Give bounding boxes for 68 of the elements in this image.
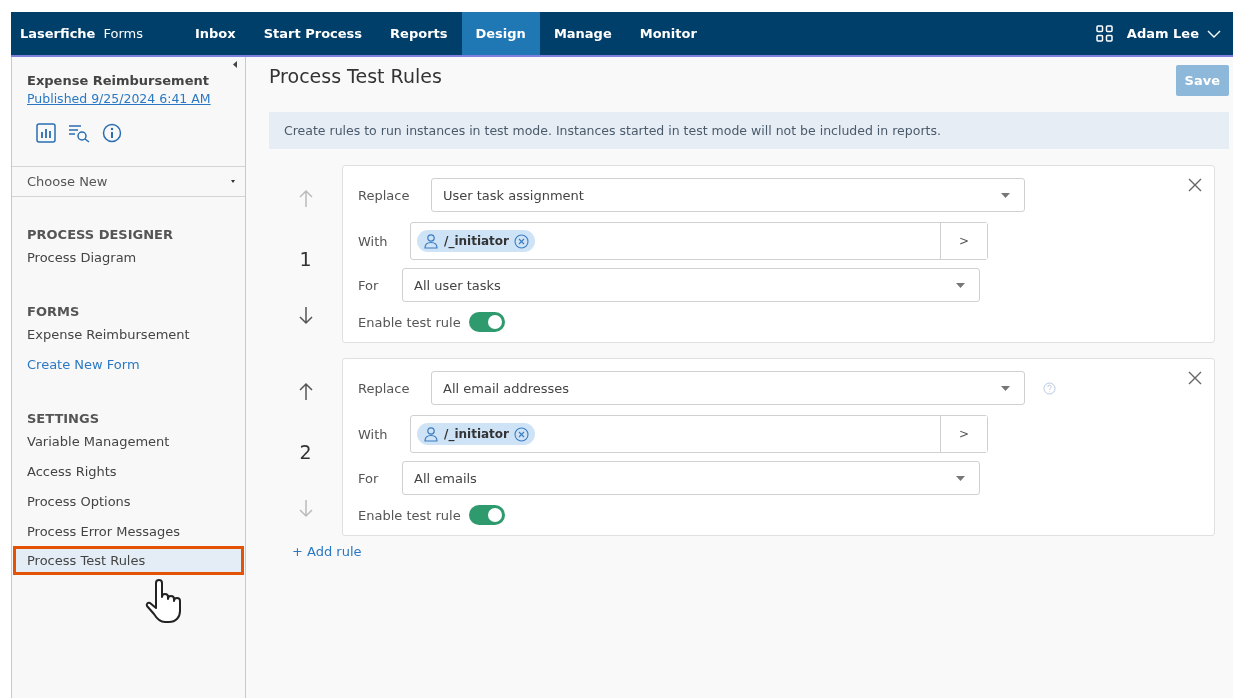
field-label: Replace <box>358 380 411 396</box>
caret-icon <box>956 282 965 288</box>
rule-number: 1 <box>299 248 312 270</box>
create-link[interactable]: Create New Form <box>12 350 245 379</box>
user-icon <box>423 233 439 249</box>
product-name: Forms <box>103 26 143 41</box>
scope-dropdown[interactable]: All emails <box>402 461 980 495</box>
caret-icon <box>956 475 965 481</box>
section-heading: FORMS <box>27 304 81 319</box>
info-banner: Create rules to run instances in test mode. Instances started in test mode will not be included in reports. <box>269 112 1229 149</box>
caret-icon <box>1001 192 1010 198</box>
sidebar-item[interactable]: Variable Management <box>12 427 245 456</box>
section-heading: SETTINGS <box>27 411 101 426</box>
rule-number: 2 <box>299 441 312 463</box>
chevron-down-icon <box>1207 29 1221 38</box>
bar-chart-icon[interactable] <box>36 123 56 143</box>
assignee-field[interactable]: /_initiator > <box>410 415 988 453</box>
close-icon[interactable] <box>1188 178 1202 192</box>
add-rule-link[interactable]: + Add rule <box>292 544 362 559</box>
info-icon[interactable] <box>102 123 122 143</box>
caret-icon <box>231 180 235 183</box>
browse-button[interactable]: > <box>940 223 987 259</box>
search-list-icon[interactable] <box>68 123 90 143</box>
move-up-arrow-icon[interactable] <box>297 382 314 402</box>
toggle-switch[interactable] <box>468 312 505 332</box>
caret-icon <box>1001 385 1010 391</box>
choose-new-dropdown[interactable]: Choose New <box>12 166 245 197</box>
browse-button[interactable]: > <box>940 416 987 452</box>
replace-dropdown[interactable]: All email addresses <box>431 371 1025 405</box>
nav-tab[interactable]: Inbox <box>180 12 250 55</box>
user-menu[interactable]: Adam Lee <box>1126 26 1221 41</box>
user-icon <box>423 426 439 442</box>
hand-cursor-icon <box>144 579 184 625</box>
collapse-caret-icon[interactable] <box>233 61 237 68</box>
sidebar-item[interactable]: Process Test Rules <box>13 546 244 575</box>
replace-dropdown[interactable]: User task assignment <box>431 178 1025 212</box>
field-label: For <box>358 277 380 293</box>
toggle-switch[interactable] <box>468 505 505 525</box>
page-title: Process Test Rules <box>269 65 442 87</box>
sidebar-item[interactable]: Expense Reimbursement <box>12 320 245 349</box>
user-chip[interactable]: /_initiator <box>417 230 535 252</box>
nav-tab[interactable]: Start Process <box>249 12 377 55</box>
remove-icon[interactable] <box>514 426 529 442</box>
scope-dropdown[interactable]: All user tasks <box>402 268 980 302</box>
sidebar-item[interactable]: Access Rights <box>12 457 245 486</box>
field-label: For <box>358 470 380 486</box>
remove-icon[interactable] <box>514 233 529 249</box>
field-label: With <box>358 426 389 442</box>
move-down-arrow-icon[interactable] <box>297 305 314 325</box>
sidebar-item[interactable]: Process Error Messages <box>12 517 245 546</box>
nav-tab[interactable]: Design <box>461 12 540 55</box>
nav-tab[interactable]: Manage <box>539 12 626 55</box>
section-heading: PROCESS DESIGNER <box>27 227 174 242</box>
apps-grid-icon[interactable] <box>1095 25 1113 42</box>
nav-tab[interactable]: Reports <box>376 12 462 55</box>
sidebar-item[interactable]: Process Diagram <box>12 243 245 272</box>
assignee-field[interactable]: /_initiator > <box>410 222 988 260</box>
field-label: Replace <box>358 187 411 203</box>
field-label: Enable test rule <box>358 507 461 523</box>
close-icon[interactable] <box>1188 371 1202 385</box>
process-name: Expense Reimbursement <box>27 73 210 88</box>
nav-tab[interactable]: Monitor <box>625 12 711 55</box>
sidebar-item[interactable]: Process Options <box>12 487 245 516</box>
published-link[interactable]: Published 9/25/2024 6:41 AM <box>27 91 211 106</box>
field-label: With <box>358 233 389 249</box>
brand-logo: Laserfiche <box>20 26 96 41</box>
user-chip[interactable]: /_initiator <box>417 423 535 445</box>
field-label: Enable test rule <box>358 314 461 330</box>
